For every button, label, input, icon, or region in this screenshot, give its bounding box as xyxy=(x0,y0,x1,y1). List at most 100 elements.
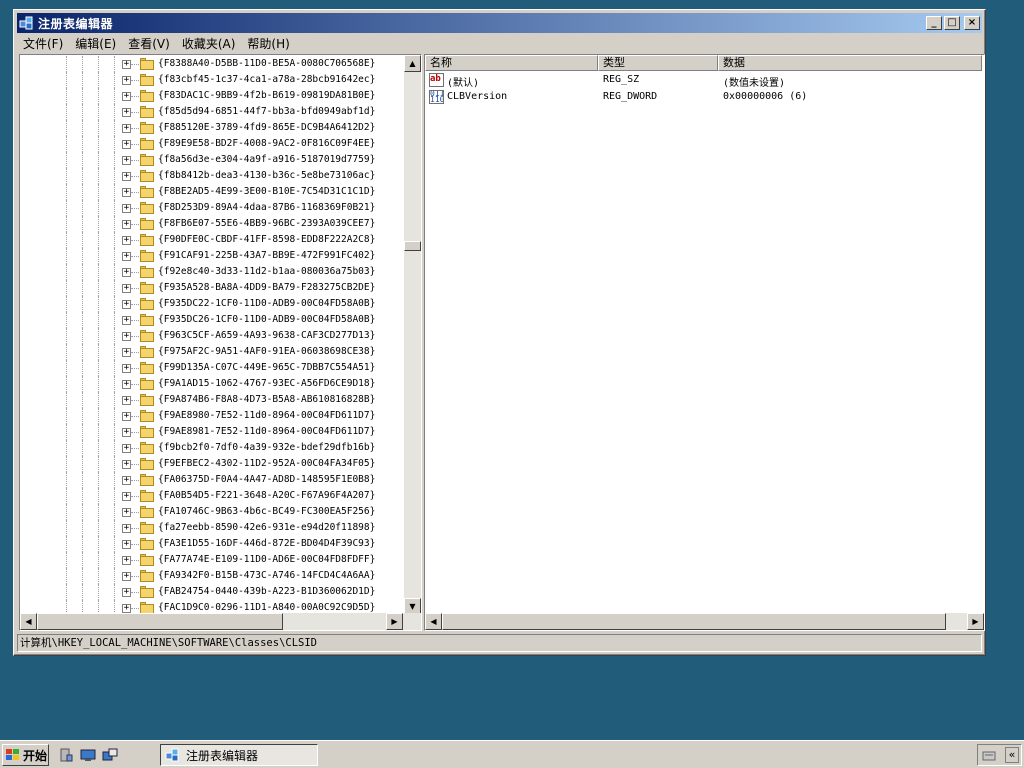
tree-item[interactable]: + {f9bcb2f0-7df0-4a39-932e-bdef29dfb16b} xyxy=(20,440,403,456)
tree-item[interactable]: + {F9A1AD15-1062-4767-93EC-A56FD6CE9D18} xyxy=(20,376,403,392)
tree-item[interactable]: + {FA0B54D5-F221-3648-A20C-F67A96F4A207} xyxy=(20,488,403,504)
tree-item[interactable]: + {F935A528-BA8A-4DD9-BA79-F283275CB2DE} xyxy=(20,280,403,296)
tree-item[interactable]: + {F9AE8980-7E52-11d0-8964-00C04FD611D7} xyxy=(20,408,403,424)
taskbar-regedit-button[interactable]: 注册表编辑器 xyxy=(160,744,318,766)
column-data[interactable]: 数据 xyxy=(718,55,982,71)
tree-item[interactable]: + {F885120E-3789-4fd9-865E-DC9B4A6412D2} xyxy=(20,120,403,136)
expand-plus-icon[interactable]: + xyxy=(122,268,131,277)
expand-plus-icon[interactable]: + xyxy=(122,348,131,357)
expand-plus-icon[interactable]: + xyxy=(122,60,131,69)
expand-plus-icon[interactable]: + xyxy=(122,556,131,565)
close-button[interactable]: × xyxy=(964,16,980,30)
list-hscroll-thumb[interactable] xyxy=(442,613,946,630)
tree-item[interactable]: + {F99D135A-C07C-449E-965C-7DBB7C554A51} xyxy=(20,360,403,376)
column-type[interactable]: 类型 xyxy=(598,55,718,71)
tree-item[interactable]: + {FA77A74E-E109-11D0-AD6E-00C04FD8FDFF} xyxy=(20,552,403,568)
start-button[interactable]: 开始 xyxy=(2,744,49,766)
expand-plus-icon[interactable]: + xyxy=(122,172,131,181)
expand-plus-icon[interactable]: + xyxy=(122,284,131,293)
expand-plus-icon[interactable]: + xyxy=(122,380,131,389)
tree-item[interactable]: + {F8388A40-D5BB-11D0-BE5A-0080C706568E} xyxy=(20,56,403,72)
tree-horizontal-scrollbar[interactable]: ◀ ▶ xyxy=(20,613,421,630)
expand-plus-icon[interactable]: + xyxy=(122,524,131,533)
minimize-button[interactable]: _ xyxy=(926,16,942,30)
expand-plus-icon[interactable]: + xyxy=(122,300,131,309)
tree-item[interactable]: + {f85d5d94-6851-44f7-bb3a-bfd0949abf1d} xyxy=(20,104,403,120)
tree-item[interactable]: + {F975AF2C-9A51-4AF0-91EA-06038698CE38} xyxy=(20,344,403,360)
tree-hscroll-thumb[interactable] xyxy=(37,613,283,630)
list-item[interactable]: 011 110 CLBVersion REG_DWORD 0x00000006 (… xyxy=(425,89,981,106)
expand-plus-icon[interactable]: + xyxy=(122,508,131,517)
expand-plus-icon[interactable]: + xyxy=(122,108,131,117)
expand-plus-icon[interactable]: + xyxy=(122,140,131,149)
menu-edit[interactable]: 编辑(E) xyxy=(69,35,122,52)
menu-file[interactable]: 文件(F) xyxy=(17,35,69,52)
tree-item[interactable]: + {FA10746C-9B63-4b6c-BC49-FC300EA5F256} xyxy=(20,504,403,520)
tree-item[interactable]: + {f92e8c40-3d33-11d2-b1aa-080036a75b03} xyxy=(20,264,403,280)
tree-item[interactable]: + {F935DC22-1CF0-11D0-ADB9-00C04FD58A0B} xyxy=(20,296,403,312)
tree-item[interactable]: + {F89E9E58-BD2F-4008-9AC2-0F816C09F4EE} xyxy=(20,136,403,152)
tree-item[interactable]: + {FA3E1D55-16DF-446d-872E-BD04D4F39C93} xyxy=(20,536,403,552)
maximize-button[interactable]: □ xyxy=(944,16,960,30)
scroll-right-arrow-icon[interactable]: ▶ xyxy=(386,613,403,630)
expand-plus-icon[interactable]: + xyxy=(122,412,131,421)
tree-item[interactable]: + {F9EFBEC2-4302-11D2-952A-00C04FA34F05} xyxy=(20,456,403,472)
tree-item[interactable]: + {FA9342F0-B15B-473C-A746-14FCD4C4A6AA} xyxy=(20,568,403,584)
tree-item[interactable]: + {F8BE2AD5-4E99-3E00-B10E-7C54D31C1C1D} xyxy=(20,184,403,200)
tree-item[interactable]: + {fa27eebb-8590-42e6-931e-e94d20f11898} xyxy=(20,520,403,536)
list-horizontal-scrollbar[interactable]: ◀ ▶ xyxy=(425,613,984,630)
expand-plus-icon[interactable]: + xyxy=(122,396,131,405)
tree-item[interactable]: + {F83DAC1C-9BB9-4f2b-B619-09819DA81B0E} xyxy=(20,88,403,104)
expand-plus-icon[interactable]: + xyxy=(122,252,131,261)
scroll-left-arrow-icon[interactable]: ◀ xyxy=(20,613,37,630)
expand-plus-icon[interactable]: + xyxy=(122,204,131,213)
tree-item[interactable]: + {F8D253D9-89A4-4daa-87B6-1168369F0B21} xyxy=(20,200,403,216)
expand-plus-icon[interactable]: + xyxy=(122,316,131,325)
expand-plus-icon[interactable]: + xyxy=(122,332,131,341)
server-manager-icon[interactable] xyxy=(58,747,74,763)
tree-item[interactable]: + {F91CAF91-225B-43A7-BB9E-472F991FC402} xyxy=(20,248,403,264)
tree-item[interactable]: + {F963C5CF-A659-4A93-9638-CAF3CD277D13} xyxy=(20,328,403,344)
tree-scroll-thumb[interactable] xyxy=(404,241,421,251)
tree-item[interactable]: + {f8a56d3e-e304-4a9f-a916-5187019d7759} xyxy=(20,152,403,168)
show-desktop-icon[interactable] xyxy=(80,747,96,763)
expand-plus-icon[interactable]: + xyxy=(122,364,131,373)
expand-plus-icon[interactable]: + xyxy=(122,236,131,245)
column-name[interactable]: 名称 xyxy=(425,55,598,71)
scroll-right-arrow-icon[interactable]: ▶ xyxy=(967,613,984,630)
network-icon[interactable] xyxy=(982,748,998,765)
expand-plus-icon[interactable]: + xyxy=(122,220,131,229)
expand-plus-icon[interactable]: + xyxy=(122,156,131,165)
tree-item[interactable]: + {FAB24754-0440-439b-A223-B1D360062D1D} xyxy=(20,584,403,600)
menu-view[interactable]: 查看(V) xyxy=(122,35,176,52)
tree-item[interactable]: + {FA06375D-F0A4-4A47-AD8D-148595F1E0B8} xyxy=(20,472,403,488)
expand-plus-icon[interactable]: + xyxy=(122,604,131,613)
tree-item[interactable]: + {f83cbf45-1c37-4ca1-a78a-28bcb91642ec} xyxy=(20,72,403,88)
expand-plus-icon[interactable]: + xyxy=(122,460,131,469)
menu-favorites[interactable]: 收藏夹(A) xyxy=(176,35,242,52)
expand-plus-icon[interactable]: + xyxy=(122,476,131,485)
expand-plus-icon[interactable]: + xyxy=(122,492,131,501)
tree-vertical-scrollbar[interactable]: ▲ ▼ xyxy=(404,55,421,615)
command-prompt-icon[interactable] xyxy=(102,747,118,763)
tree-item[interactable]: + {F90DFE0C-CBDF-41FF-8598-EDD8F222A2C8} xyxy=(20,232,403,248)
list-item[interactable]: ab (默认) REG_SZ (数值未设置) xyxy=(425,72,981,89)
expand-plus-icon[interactable]: + xyxy=(122,92,131,101)
expand-plus-icon[interactable]: + xyxy=(122,428,131,437)
expand-plus-icon[interactable]: + xyxy=(122,540,131,549)
tree-item[interactable]: + {f8b8412b-dea3-4130-b36c-5e8be73106ac} xyxy=(20,168,403,184)
title-bar[interactable]: 注册表编辑器 _ □ × xyxy=(17,13,982,33)
expand-plus-icon[interactable]: + xyxy=(122,76,131,85)
scroll-up-arrow-icon[interactable]: ▲ xyxy=(404,55,421,72)
expand-plus-icon[interactable]: + xyxy=(122,124,131,133)
tree-item[interactable]: + {F9AE8981-7E52-11d0-8964-00C04FD611D7} xyxy=(20,424,403,440)
expand-plus-icon[interactable]: + xyxy=(122,572,131,581)
tree-item[interactable]: + {F8FB6E07-55E6-4BB9-96BC-2393A039CEE7} xyxy=(20,216,403,232)
tree-item[interactable]: + {F9A874B6-F8A8-4D73-B5A8-AB610816828B} xyxy=(20,392,403,408)
scroll-left-arrow-icon[interactable]: ◀ xyxy=(425,613,442,630)
menu-help[interactable]: 帮助(H) xyxy=(241,35,295,52)
tray-expand-icon[interactable]: « xyxy=(1005,747,1019,763)
expand-plus-icon[interactable]: + xyxy=(122,188,131,197)
expand-plus-icon[interactable]: + xyxy=(122,588,131,597)
tree-item[interactable]: + {F935DC26-1CF0-11D0-ADB9-00C04FD58A0B} xyxy=(20,312,403,328)
